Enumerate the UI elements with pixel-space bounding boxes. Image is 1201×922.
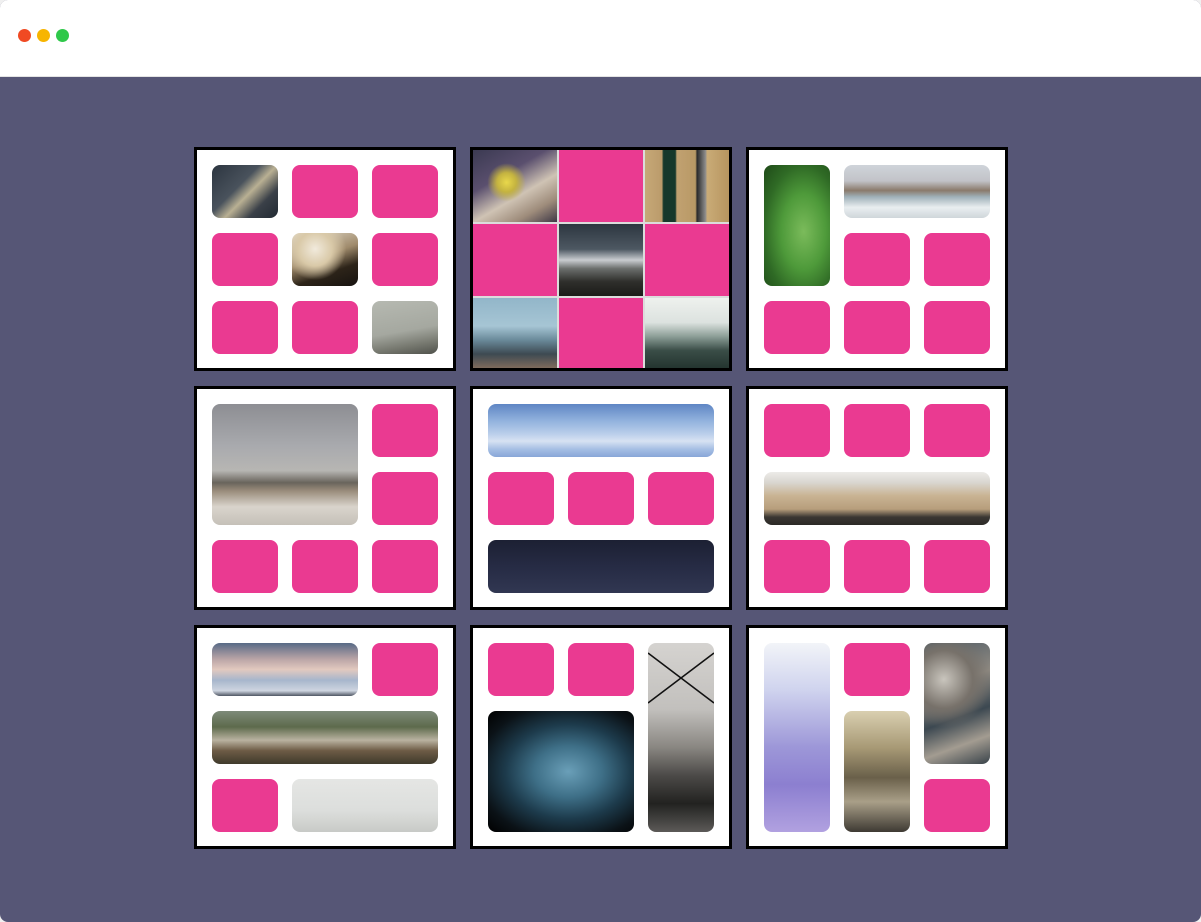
gallery-card xyxy=(194,147,456,371)
pink-tile[interactable] xyxy=(844,301,910,354)
photo-statue-of-liberty[interactable] xyxy=(473,298,557,368)
pink-tile[interactable] xyxy=(844,643,910,696)
photo-city[interactable] xyxy=(648,643,714,832)
gallery-card xyxy=(746,625,1008,849)
pink-tile[interactable] xyxy=(372,472,438,525)
photo-forest[interactable] xyxy=(645,298,729,368)
pink-tile[interactable] xyxy=(764,301,830,354)
gallery-card xyxy=(470,625,732,849)
photo-stairs[interactable] xyxy=(212,165,278,218)
pink-tile[interactable] xyxy=(212,233,278,286)
maximize-button[interactable] xyxy=(56,29,69,42)
photo-water[interactable] xyxy=(924,643,990,764)
photo-door[interactable] xyxy=(645,150,729,222)
pink-tile[interactable] xyxy=(292,301,358,354)
photo-leaf[interactable] xyxy=(764,165,830,286)
pink-tile[interactable] xyxy=(924,301,990,354)
photo-phone[interactable] xyxy=(488,711,634,832)
photo-beach[interactable] xyxy=(212,404,358,525)
pink-tile[interactable] xyxy=(488,643,554,696)
pink-tile[interactable] xyxy=(924,779,990,832)
pink-tile[interactable] xyxy=(488,472,554,525)
photo-sand-rocks[interactable] xyxy=(764,472,990,525)
photo-snow-peak[interactable] xyxy=(212,643,358,696)
pink-tile[interactable] xyxy=(844,404,910,457)
pink-tile[interactable] xyxy=(568,643,634,696)
gallery-card xyxy=(746,386,1008,610)
pink-tile[interactable] xyxy=(924,404,990,457)
gallery-card xyxy=(194,625,456,849)
gallery-card xyxy=(470,147,732,371)
pink-tile[interactable] xyxy=(372,404,438,457)
photo-forest-road[interactable] xyxy=(212,711,438,764)
pink-tile[interactable] xyxy=(372,540,438,593)
pink-tile[interactable] xyxy=(292,165,358,218)
pink-tile[interactable] xyxy=(212,540,278,593)
pink-tile[interactable] xyxy=(764,404,830,457)
gallery-card xyxy=(746,147,1008,371)
gallery-card xyxy=(470,386,732,610)
pink-tile[interactable] xyxy=(372,165,438,218)
pink-tile[interactable] xyxy=(648,472,714,525)
photo-night-sky[interactable] xyxy=(488,540,714,593)
gallery-area xyxy=(0,77,1201,922)
photo-blue-mountains[interactable] xyxy=(488,404,714,457)
pink-tile[interactable] xyxy=(372,643,438,696)
browser-window xyxy=(0,0,1201,922)
cross-lines-icon xyxy=(648,652,714,704)
photo-fog[interactable] xyxy=(292,779,438,832)
pink-tile[interactable] xyxy=(212,779,278,832)
pink-tile[interactable] xyxy=(212,301,278,354)
pink-tile[interactable] xyxy=(292,540,358,593)
photo-mountain[interactable] xyxy=(559,224,643,296)
close-button[interactable] xyxy=(18,29,31,42)
pink-tile[interactable] xyxy=(764,540,830,593)
photo-sea-bridge[interactable] xyxy=(764,643,830,832)
pink-tile[interactable] xyxy=(924,540,990,593)
pink-tile[interactable] xyxy=(473,224,557,296)
pink-tile[interactable] xyxy=(559,298,643,368)
pink-tile[interactable] xyxy=(844,233,910,286)
pink-tile[interactable] xyxy=(568,472,634,525)
pink-tile[interactable] xyxy=(844,540,910,593)
title-bar xyxy=(0,0,1201,77)
pink-tile[interactable] xyxy=(645,224,729,296)
minimize-button[interactable] xyxy=(37,29,50,42)
pink-tile[interactable] xyxy=(372,233,438,286)
pink-tile[interactable] xyxy=(559,150,643,222)
photo-fog-cliff[interactable] xyxy=(372,301,438,354)
photo-flower[interactable] xyxy=(473,150,557,222)
photo-cliff[interactable] xyxy=(292,233,358,286)
photo-golden-gate-bridge[interactable] xyxy=(844,165,990,218)
gallery-card xyxy=(194,386,456,610)
photo-canal[interactable] xyxy=(844,711,910,832)
pink-tile[interactable] xyxy=(924,233,990,286)
